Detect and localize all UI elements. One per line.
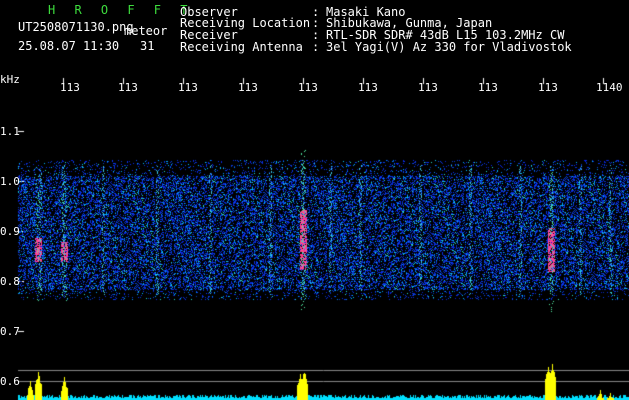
info-label-antenna: Receiving Antenna [180, 40, 303, 54]
x-tick-label: 113 [238, 81, 258, 94]
y-tick-label: 1.0 [0, 175, 20, 188]
x-tick-label: 113 [478, 81, 498, 94]
y-tick-label: 0.9 [0, 225, 20, 238]
y-tick-label: 0.7 [0, 325, 20, 338]
x-tick-label: 113 [418, 81, 438, 94]
y-tick-label: 0.8 [0, 275, 20, 288]
app-name: H R O F F T [48, 3, 194, 17]
y-tick-label: 1.1 [0, 125, 20, 138]
x-tick-label: 113 [178, 81, 198, 94]
info-value-antenna: 3el Yagi(V) Az 330 for Vladivostok [326, 40, 572, 54]
x-tick-label: 113 [118, 81, 138, 94]
x-tick-label: 113 [60, 81, 80, 94]
date-time: 25.08.07 11:30 [18, 39, 120, 53]
file-name: UT2508071130.png [18, 20, 134, 34]
count-label: 31 [140, 39, 155, 53]
y-tick-label: 0.6 [0, 375, 20, 388]
type-label: meteor [124, 24, 168, 38]
info-sep: : [312, 40, 320, 54]
x-tick-label: 1140 [596, 81, 623, 94]
spectrogram-canvas [0, 0, 629, 400]
y-axis-unit: kHz [0, 73, 20, 86]
x-tick-label: 113 [298, 81, 318, 94]
x-tick-label: 113 [538, 81, 558, 94]
x-tick-label: 113 [358, 81, 378, 94]
